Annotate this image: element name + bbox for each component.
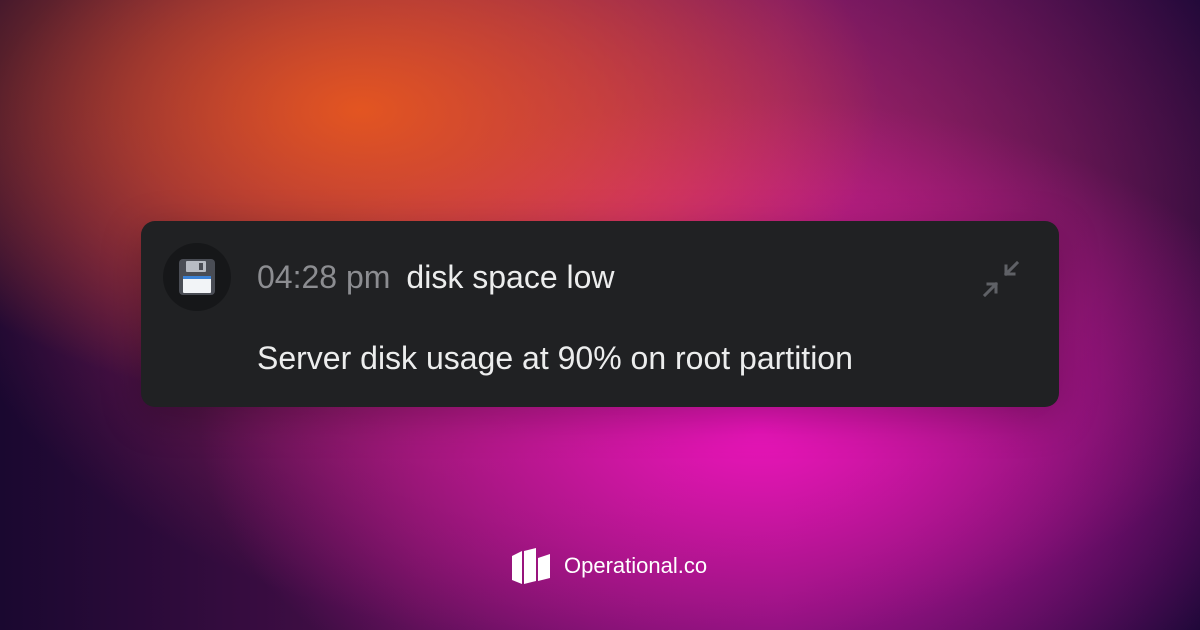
floppy-disk-icon — [163, 243, 231, 311]
notification-time: 04:28 pm — [257, 259, 391, 295]
collapse-button[interactable] — [979, 257, 1023, 301]
notification-message: Server disk usage at 90% on root partiti… — [257, 340, 853, 376]
brand: Operational.co — [512, 548, 707, 584]
notification-title: disk space low — [406, 259, 615, 295]
collapse-arrows-icon — [982, 260, 1020, 298]
notification-header: 04:28 pm disk space low — [257, 257, 615, 297]
operational-logo — [512, 548, 550, 584]
brand-name: Operational.co — [564, 553, 708, 578]
notification-card: 04:28 pm disk space low Server disk usag… — [141, 221, 1059, 407]
